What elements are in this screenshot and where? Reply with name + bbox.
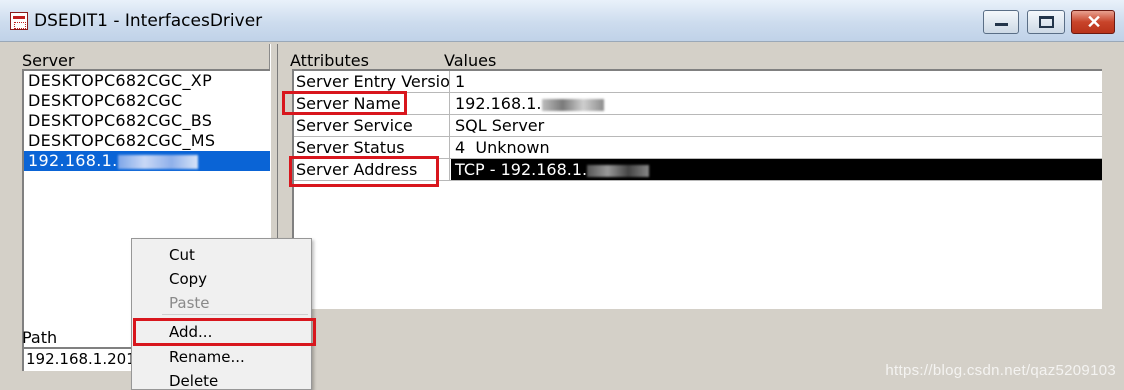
highlight-box-add: [133, 318, 316, 346]
attribute-name: Server Service: [294, 115, 450, 136]
server-label: Server: [22, 51, 75, 70]
menu-item-paste[interactable]: Paste: [133, 291, 311, 315]
attribute-value: SQL Server: [455, 116, 545, 135]
attribute-value: 1: [455, 72, 466, 91]
redacted-blur: [587, 164, 650, 177]
redacted-blur: [541, 98, 604, 111]
server-list-item[interactable]: DESKTOPC682CGC_BS: [24, 111, 270, 131]
attributes-grid[interactable]: Server Entry Version 1 Server Name 192.1…: [292, 69, 1102, 309]
maximize-button[interactable]: [1027, 10, 1065, 34]
app-icon[interactable]: [10, 12, 28, 30]
context-menu: Cut Copy Paste Add... Rename... Delete: [131, 238, 312, 390]
maximize-icon: [1039, 16, 1054, 28]
close-button[interactable]: ✕: [1071, 10, 1115, 34]
menu-separator: [162, 314, 308, 315]
title-bar[interactable]: DSEDIT1 - InterfacesDriver ✕: [0, 0, 1124, 42]
menu-item-delete[interactable]: Delete: [133, 369, 311, 390]
server-ip-text: 192.168.1.: [28, 151, 118, 170]
server-list-item[interactable]: DESKTOPC682CGC: [24, 91, 270, 111]
path-label: Path: [22, 328, 58, 347]
watermark-text: https://blog.csdn.net/qaz5209103: [885, 362, 1116, 379]
close-icon: ✕: [1086, 12, 1102, 32]
redacted-blur: [117, 154, 198, 169]
server-list-item[interactable]: DESKTOPC682CGC_MS: [24, 131, 270, 151]
menu-item-rename[interactable]: Rename...: [133, 345, 311, 369]
highlight-box-server-name: [282, 91, 407, 115]
menu-item-copy[interactable]: Copy: [133, 267, 311, 291]
attribute-row[interactable]: Server Entry Version 1: [294, 71, 1102, 93]
attribute-row[interactable]: Server Service SQL Server: [294, 115, 1102, 137]
attribute-name: Server Entry Version: [296, 71, 450, 92]
window-title: DSEDIT1 - InterfacesDriver: [34, 11, 263, 31]
menu-item-cut[interactable]: Cut: [133, 243, 311, 267]
attribute-value: TCP - 192.168.1.: [451, 159, 1102, 180]
server-list-item[interactable]: DESKTOPC682CGC_XP: [24, 71, 270, 91]
path-field[interactable]: 192.168.1.201,: [22, 347, 132, 371]
values-header: Values: [444, 51, 497, 70]
minimize-button[interactable]: [983, 10, 1019, 34]
attribute-value: 192.168.1.: [451, 93, 1102, 114]
attribute-value: 4 Unknown: [455, 138, 550, 157]
attribute-name: Server Status: [294, 137, 450, 158]
minimize-icon: [995, 23, 1008, 26]
server-list-item-selected[interactable]: 192.168.1.: [24, 151, 270, 171]
value-text: 192.168.1.: [455, 94, 542, 113]
attribute-row[interactable]: Server Name 192.168.1.: [294, 93, 1102, 115]
attributes-header: Attributes: [290, 51, 369, 70]
highlight-box-server-address: [289, 156, 439, 187]
value-text: TCP - 192.168.1.: [455, 160, 588, 179]
